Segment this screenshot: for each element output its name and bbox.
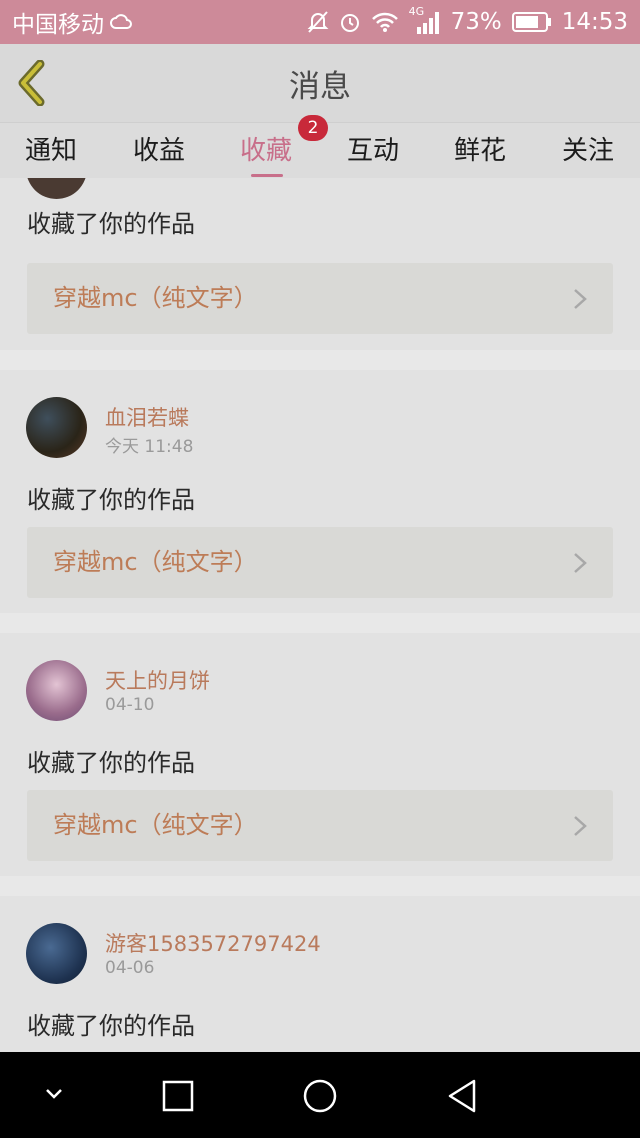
list-item: 游客1583572797424 04-06 收藏了你的作品 bbox=[0, 896, 640, 1052]
work-link[interactable]: 穿越mc（纯文字） bbox=[27, 527, 613, 598]
action-text: 收藏了你的作品 bbox=[27, 486, 195, 514]
cell-signal-icon: 4G bbox=[409, 5, 441, 35]
work-title: 穿越mc（纯文字） bbox=[53, 548, 258, 576]
tab-label: 互动 bbox=[346, 136, 399, 166]
carrier-label: 中国移动 bbox=[12, 12, 104, 38]
tab-label: 通知 bbox=[24, 136, 77, 166]
list-item: 血泪若蝶 今天 11:48 收藏了你的作品 穿越mc（纯文字） bbox=[0, 370, 640, 613]
tab-label: 收益 bbox=[132, 136, 185, 166]
list-item: 收藏了你的作品 穿越mc（纯文字） bbox=[0, 178, 640, 350]
work-title: 穿越mc（纯文字） bbox=[53, 284, 258, 312]
recent-apps-icon[interactable] bbox=[162, 1080, 194, 1112]
cloud-icon bbox=[110, 14, 132, 30]
tab-label: 鲜花 bbox=[453, 136, 506, 166]
avatar[interactable] bbox=[26, 660, 87, 721]
battery-percent: 73% bbox=[450, 9, 502, 35]
tab-earnings[interactable]: 收益 bbox=[109, 123, 209, 179]
tab-bar: 通知 收益 收藏 2 互动 鲜花 关注 bbox=[0, 115, 640, 179]
mute-icon bbox=[307, 10, 329, 34]
battery-icon bbox=[511, 11, 552, 33]
app-header: 消息 bbox=[0, 44, 640, 122]
tab-label: 收藏 bbox=[239, 136, 292, 166]
back-nav-icon[interactable] bbox=[446, 1078, 478, 1114]
chevron-right-icon bbox=[574, 553, 587, 573]
username[interactable]: 天上的月饼 bbox=[105, 665, 210, 695]
work-title: 穿越mc（纯文字） bbox=[53, 811, 258, 839]
timestamp: 04-10 bbox=[105, 695, 155, 715]
tab-follows[interactable]: 关注 bbox=[538, 123, 638, 179]
avatar[interactable] bbox=[26, 923, 87, 984]
list-item: 天上的月饼 04-10 收藏了你的作品 穿越mc（纯文字） bbox=[0, 633, 640, 876]
work-link[interactable]: 穿越mc（纯文字） bbox=[27, 790, 613, 861]
tab-flowers[interactable]: 鲜花 bbox=[430, 123, 530, 179]
timestamp: 今天 11:48 bbox=[105, 437, 194, 457]
message-list[interactable]: 收藏了你的作品 穿越mc（纯文字） 血泪若蝶 今天 11:48 收藏了你的作品 … bbox=[0, 178, 640, 1052]
chevron-right-icon bbox=[574, 816, 587, 836]
active-tab-indicator bbox=[251, 174, 283, 177]
tab-favorites[interactable]: 收藏 2 bbox=[216, 115, 328, 179]
clock: 14:53 bbox=[561, 9, 628, 35]
collapse-chevron-icon[interactable] bbox=[44, 1087, 64, 1101]
page-title: 消息 bbox=[289, 68, 351, 105]
wifi-icon bbox=[371, 11, 399, 33]
home-icon[interactable] bbox=[302, 1078, 338, 1114]
avatar[interactable] bbox=[26, 178, 87, 199]
alarm-icon bbox=[339, 10, 361, 34]
work-link[interactable]: 穿越mc（纯文字） bbox=[27, 263, 613, 334]
status-bar: 中国移动 4G 73% 14:53 bbox=[0, 0, 640, 44]
username[interactable]: 血泪若蝶 bbox=[105, 402, 189, 432]
username[interactable]: 游客1583572797424 bbox=[105, 928, 321, 958]
action-text: 收藏了你的作品 bbox=[27, 749, 195, 777]
action-text: 收藏了你的作品 bbox=[27, 210, 195, 238]
timestamp: 04-06 bbox=[105, 958, 155, 978]
tab-notifications[interactable]: 通知 bbox=[1, 123, 101, 179]
chevron-right-icon bbox=[574, 289, 587, 309]
avatar[interactable] bbox=[26, 397, 87, 458]
tab-interactions[interactable]: 互动 bbox=[323, 123, 423, 179]
action-text: 收藏了你的作品 bbox=[27, 1012, 195, 1040]
tab-label: 关注 bbox=[561, 136, 614, 166]
back-arrow-icon[interactable] bbox=[14, 60, 54, 106]
system-navigation-bar bbox=[0, 1052, 640, 1138]
